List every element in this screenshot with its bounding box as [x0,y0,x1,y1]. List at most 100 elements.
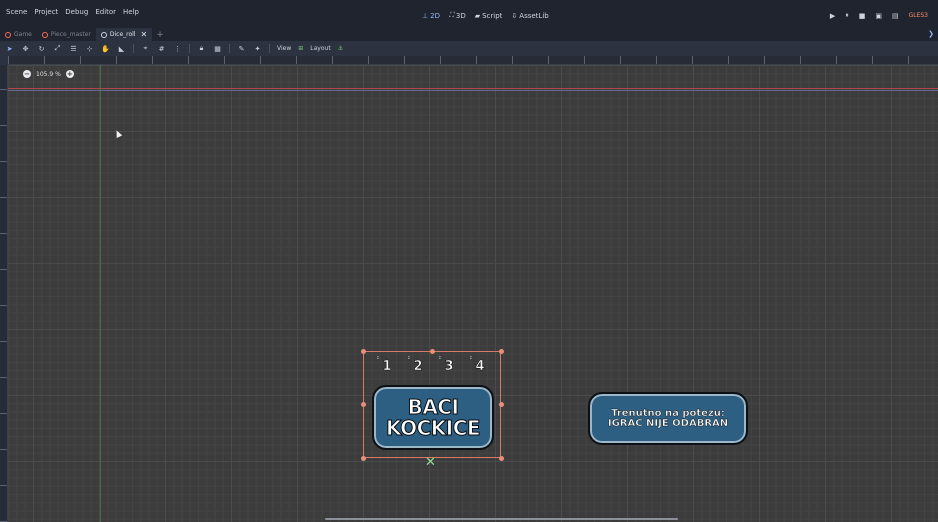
workspace-assetlib-label: AssetLib [519,11,549,20]
menu-debug[interactable]: Debug [65,8,88,16]
scene-dot-icon [41,31,48,38]
add-tab-icon[interactable]: + [156,30,164,40]
workspace-3d[interactable]: ⛶ 3D [449,11,466,20]
die-3: ⠃ 3 [439,356,459,378]
resize-handle[interactable] [499,456,504,461]
horizontal-scrollbar[interactable] [325,518,678,520]
play-controls: ▶ ⏸ ■ ▣ ▤ GLES3 [830,11,928,20]
anchor-icon[interactable]: ⚓︎ [338,45,343,52]
camera-override-icon[interactable]: ✦ [253,45,262,53]
tab-label: Piece_master [50,31,91,38]
tab-label: Dice_roll [109,31,136,38]
tab-dice-roll[interactable]: Dice_roll ✕ [95,28,153,41]
dice-row: ⠃ 1 ⠃ 2 ⠃ 3 ⠃ 4 [371,356,495,378]
scale-mode-icon[interactable]: ⤢ [53,44,62,53]
mouse-cursor-icon [113,129,123,138]
die-value: 1 [382,359,392,375]
workspace-2d[interactable]: ⊥ 2D [422,11,440,20]
toolbar-separator [269,44,270,53]
horizontal-ruler[interactable] [8,56,938,65]
canvas-viewport[interactable]: − 105.9 % + ⠃ 1 ⠃ 2 ⠃ 3 ⠃ 4 BACI KOCKICE ✕ T… [8,65,938,522]
turn-status-label: Trenutno na potezu: IGRAC NIJE ODABRAN [588,392,748,445]
grid-snap-icon[interactable]: # [157,45,166,53]
tab-piece-master[interactable]: Piece_master [37,28,96,41]
roll-button-line1: BACI [407,394,459,419]
status-line2: IGRAC NIJE ODABRAN [607,417,729,429]
resize-handle[interactable] [361,349,366,354]
viewport-boundary-line [8,90,938,91]
zoom-in-button[interactable]: + [65,70,74,78]
zoom-out-button[interactable]: − [23,70,31,78]
ruler-corner [0,56,8,65]
die-icon: ⠃ [407,356,412,363]
close-tab-icon[interactable]: ✕ [141,30,148,39]
die-icon: ⠃ [438,356,443,363]
renderer-selector[interactable]: GLES3 [909,12,928,19]
die-value: 2 [413,359,423,375]
tab-game[interactable]: Game [0,28,37,41]
2d-icon: ⊥ [422,11,429,20]
pause-icon[interactable]: ⏸ [845,11,849,20]
play-custom-scene-icon[interactable]: ▤ [892,12,899,20]
tab-label: Game [14,31,32,38]
lock-icon[interactable]: 🔒︎ [197,44,206,53]
layout-menu[interactable]: Layout [310,45,330,52]
menu-project[interactable]: Project [34,8,58,16]
play-scene-icon[interactable]: ▣ [875,12,882,20]
resize-handle[interactable] [499,349,504,354]
pan-mode-icon[interactable]: ✋ [101,45,110,53]
list-select-icon[interactable]: ☰ [69,45,78,53]
script-icon: ▰ [474,11,481,20]
zoom-level[interactable]: 105.9 % [36,71,61,78]
vertical-ruler[interactable] [0,65,8,522]
die-1: ⠃ 1 [377,356,397,378]
resize-handle[interactable] [361,402,366,407]
rotate-mode-icon[interactable]: ↻ [37,45,46,53]
resize-handle[interactable] [499,402,504,407]
workspace-assetlib[interactable]: ⇩ AssetLib [511,11,548,20]
status-line1: Trenutno na potezu: [611,407,725,419]
3d-icon: ⛶ [448,11,454,19]
resize-handle[interactable] [361,456,366,461]
menu-scene[interactable]: Scene [6,8,27,16]
toolbar-separator [133,44,134,53]
resize-handle[interactable] [430,349,435,354]
menu-editor[interactable]: Editor [95,8,116,16]
stop-icon[interactable]: ■ [859,12,866,20]
workspace-switcher: ⊥ 2D ⛶ 3D ▰ Script ⇩ AssetLib [422,11,549,20]
skeleton-icon[interactable]: ✎ [237,45,246,53]
select-mode-icon[interactable]: ➤ [5,45,14,53]
die-icon: ⠃ [469,356,474,363]
snap-options-icon[interactable]: ⋮ [173,45,182,53]
toolbar-separator [189,44,190,53]
pivot-icon[interactable]: ⊹ [85,45,94,53]
scene-list-icon[interactable]: ❯ [928,30,934,38]
roll-dice-button[interactable]: BACI KOCKICE [372,385,494,450]
scene-tabs: Game Piece_master Dice_roll ✕ + ❯ [0,28,938,41]
toolbar-separator [229,44,230,53]
editor-menubar: Scene Project Debug Editor Help ⊥ 2D ⛶ 3D … [0,0,938,30]
workspace-script[interactable]: ▰ Script [475,11,503,20]
ruler-mode-icon[interactable]: ◣ [117,45,126,53]
die-4: ⠃ 4 [470,356,490,378]
die-value: 4 [475,359,485,375]
layout-icon: ⊞ [298,45,304,52]
group-icon[interactable]: ▦ [213,45,222,53]
menu-help[interactable]: Help [123,8,139,16]
roll-button-line2: KOCKICE [385,415,481,440]
workspace-script-label: Script [482,11,503,20]
play-icon[interactable]: ▶ [830,12,835,20]
smart-snap-icon[interactable]: ⌖ [141,44,150,53]
main-menu: Scene Project Debug Editor Help [6,8,139,16]
x-axis-line [8,88,938,89]
canvas-toolbar: ➤ ✥ ↻ ⤢ ☰ ⊹ ✋ ◣ ⌖ # ⋮ 🔒︎ ▦ ✎ ✦ View ⊞ La… [0,41,938,56]
scene-dot-icon [100,31,107,38]
die-2: ⠃ 2 [408,356,428,378]
y-axis-line [100,65,101,522]
workspace-2d-label: 2D [430,11,440,20]
pivot-anchor-icon[interactable]: ✕ [425,455,436,470]
view-menu[interactable]: View [277,45,291,52]
move-mode-icon[interactable]: ✥ [21,45,30,53]
assetlib-icon: ⇩ [511,11,518,20]
die-icon: ⠃ [376,356,381,363]
